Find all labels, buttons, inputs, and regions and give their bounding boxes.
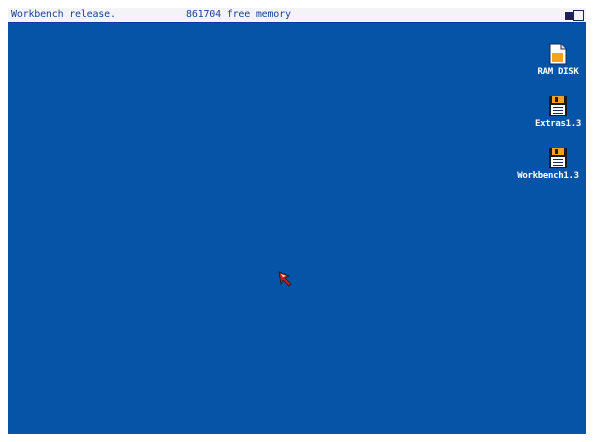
desktop-background[interactable]: RAM DISK Extras1.3 Workbench1.3 xyxy=(8,23,586,434)
floppy-disk-icon xyxy=(549,96,567,116)
workbench-screen: Workbench release. 861704 free memory RA… xyxy=(8,8,586,434)
free-memory-readout: 861704 free memory xyxy=(186,9,291,20)
depth-front-gadget[interactable] xyxy=(573,10,584,21)
extras-disk-drive[interactable]: Extras1.3 xyxy=(518,95,586,139)
ram-disk-drive[interactable]: RAM DISK xyxy=(518,43,586,87)
drive-label-extras: Extras1.3 xyxy=(534,119,582,129)
floppy-disk-icon xyxy=(549,148,567,168)
drive-label-workbench: Workbench1.3 xyxy=(517,171,579,181)
drive-label-ram-disk: RAM DISK xyxy=(537,67,579,77)
mouse-pointer-icon xyxy=(278,271,292,287)
workbench-disk-drive[interactable]: Workbench1.3 xyxy=(508,147,586,191)
screen-titlebar[interactable]: Workbench release. 861704 free memory xyxy=(8,8,586,23)
screen-title: Workbench release. xyxy=(11,9,116,20)
depth-gadgets xyxy=(564,9,584,21)
ram-disk-icon xyxy=(549,43,567,65)
